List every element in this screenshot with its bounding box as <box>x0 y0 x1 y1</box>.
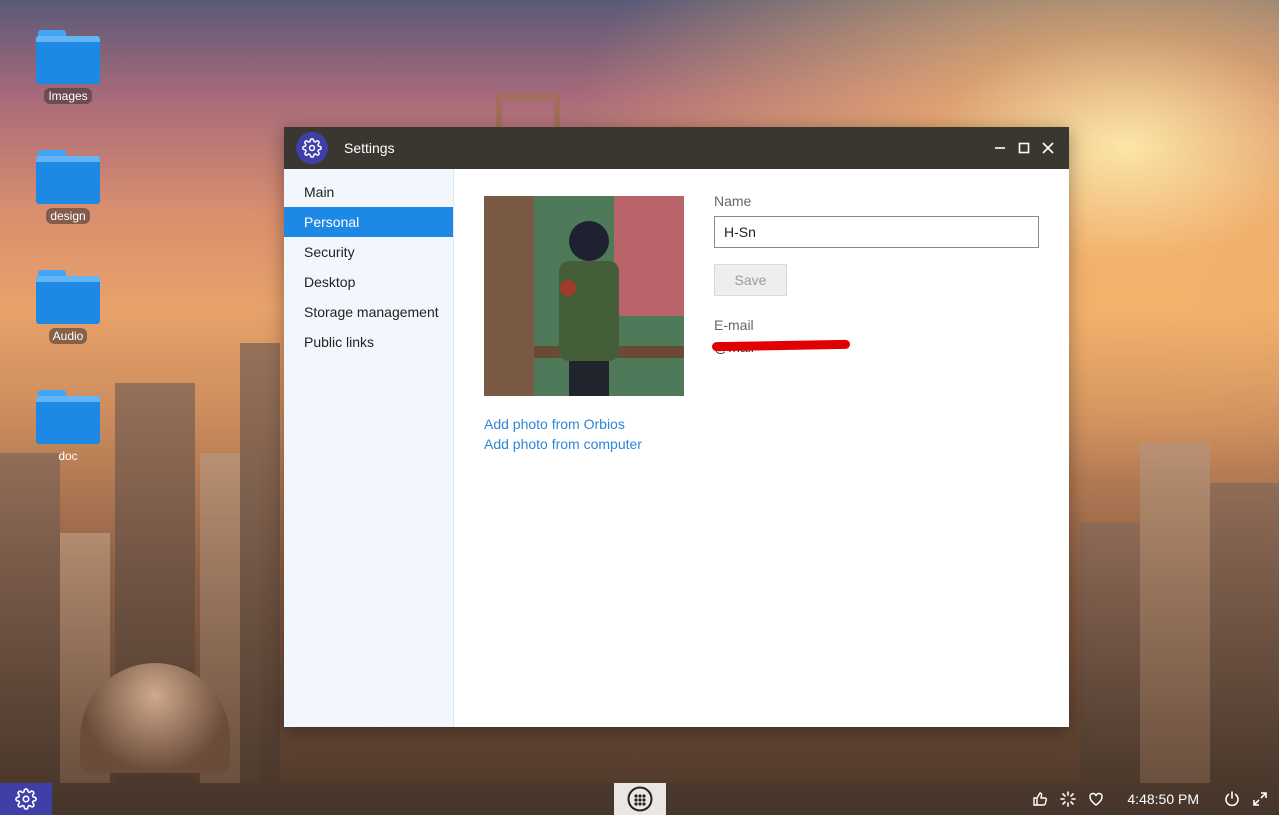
folder-label: doc <box>58 449 78 463</box>
system-tray: 4:48:50 PM <box>1031 783 1269 815</box>
taskbar-settings-button[interactable] <box>0 783 52 815</box>
gear-icon <box>296 132 328 164</box>
sidebar-item-personal[interactable]: Personal <box>284 207 453 237</box>
sidebar-item-desktop[interactable]: Desktop <box>284 267 453 297</box>
folder-icon <box>36 270 100 324</box>
save-button[interactable]: Save <box>714 264 787 296</box>
name-field[interactable] <box>714 216 1039 248</box>
folder-label: Images <box>44 88 92 104</box>
maximize-icon[interactable] <box>1015 137 1033 159</box>
desktop-folder-design[interactable]: design <box>28 150 108 224</box>
thumbs-up-icon[interactable] <box>1031 790 1049 808</box>
desktop-folder-doc[interactable]: doc <box>28 390 108 464</box>
sidebar-item-main[interactable]: Main <box>284 177 453 207</box>
sidebar-item-storage-management[interactable]: Storage management <box>284 297 453 327</box>
name-label: Name <box>714 193 752 209</box>
close-icon[interactable] <box>1039 137 1057 159</box>
app-grid-icon <box>627 786 653 812</box>
heart-icon[interactable] <box>1087 790 1105 808</box>
taskbar: 4:48:50 PM <box>0 783 1279 815</box>
folder-label: Audio <box>48 328 88 344</box>
add-photo-computer-link[interactable]: Add photo from computer <box>484 436 642 452</box>
add-photo-orbios-link[interactable]: Add photo from Orbios <box>484 416 625 432</box>
app-launcher-button[interactable] <box>614 783 666 815</box>
personal-settings-panel: Add photo from Orbios Add photo from com… <box>454 169 1069 727</box>
folder-icon <box>36 30 100 84</box>
folder-icon <box>36 150 100 204</box>
settings-sidebar: Main Personal Security Desktop Storage m… <box>284 169 454 727</box>
power-icon[interactable] <box>1223 790 1241 808</box>
desktop-folder-audio[interactable]: Audio <box>28 270 108 344</box>
minimize-icon[interactable] <box>991 137 1009 159</box>
gear-icon <box>15 788 37 810</box>
folder-label: design <box>46 208 90 224</box>
redaction-mark <box>711 339 851 352</box>
taskbar-clock: 4:48:50 PM <box>1127 791 1199 807</box>
folder-icon <box>36 390 100 444</box>
fullscreen-icon[interactable] <box>1251 790 1269 808</box>
spinner-icon[interactable] <box>1059 790 1077 808</box>
window-titlebar[interactable]: Settings <box>284 127 1069 169</box>
window-title: Settings <box>344 140 395 156</box>
profile-photo <box>484 196 684 396</box>
desktop-folder-images[interactable]: Images <box>28 30 108 104</box>
sidebar-item-public-links[interactable]: Public links <box>284 327 453 357</box>
sidebar-item-security[interactable]: Security <box>284 237 453 267</box>
settings-window: Settings Main Personal Security Desktop … <box>284 127 1069 727</box>
email-label: E-mail <box>714 317 754 333</box>
